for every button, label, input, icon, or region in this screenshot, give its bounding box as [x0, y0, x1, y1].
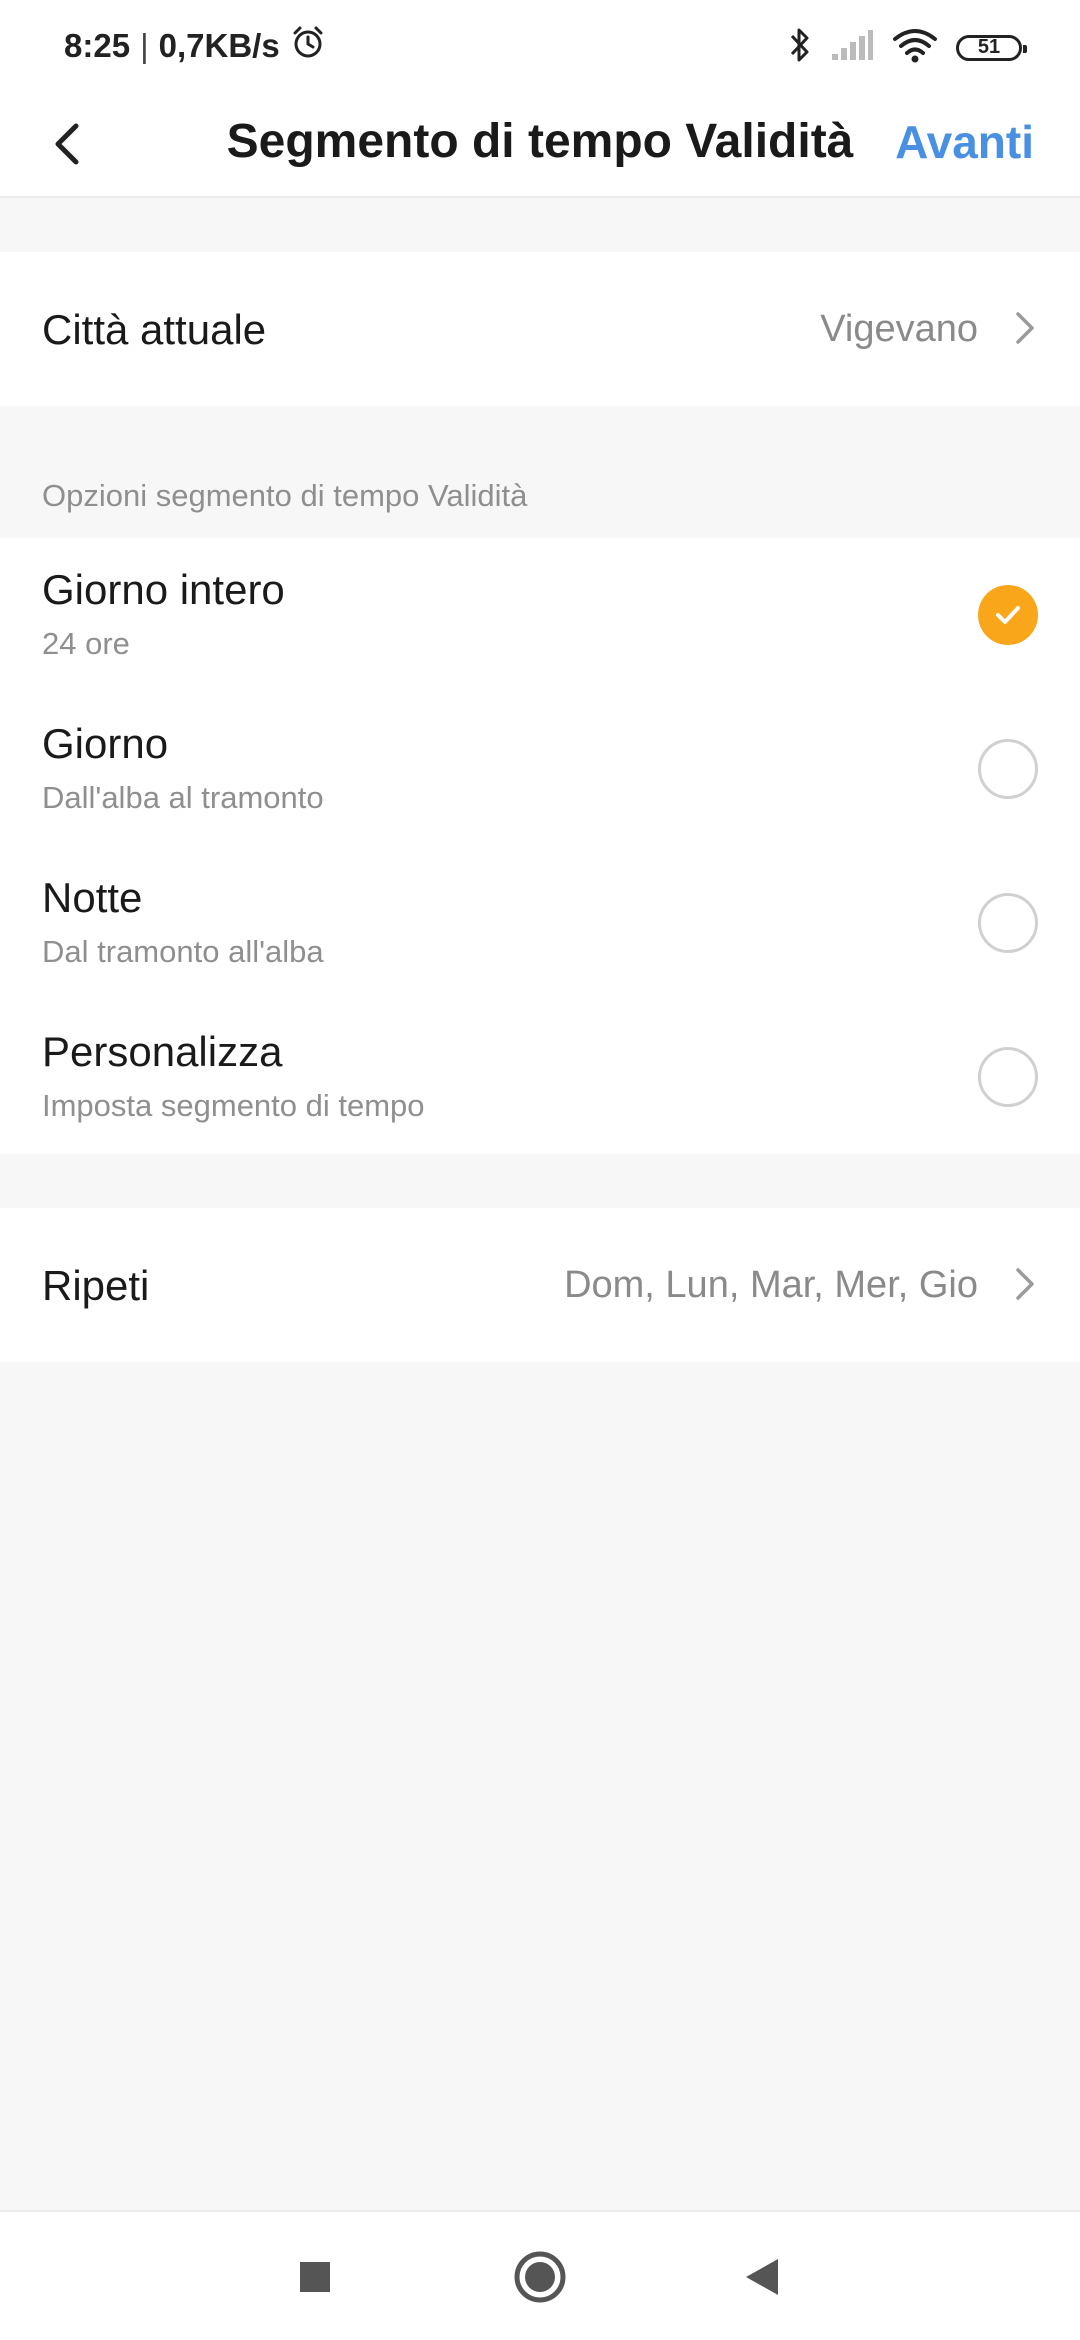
- option-subtitle: Dall'alba al tramonto: [42, 780, 324, 815]
- option-custom[interactable]: Personalizza Imposta segmento di tempo: [0, 1000, 1080, 1154]
- options-caption: Opzioni segmento di tempo Validità: [42, 478, 528, 513]
- header: Segmento di tempo Validità Avanti: [0, 92, 1080, 198]
- chevron-right-icon: [1016, 312, 1034, 344]
- status-right: 51: [788, 26, 1027, 69]
- radio-checked[interactable]: [978, 585, 1038, 645]
- status-bar: 8:25 | 0,7KB/s 51: [0, 0, 1080, 92]
- option-subtitle: Dal tramonto all'alba: [42, 934, 324, 969]
- options-list: Giorno intero 24 ore Giorno Dall'alba al…: [0, 538, 1080, 1154]
- radio-unchecked[interactable]: [978, 893, 1038, 953]
- city-label: Città attuale: [42, 306, 267, 353]
- signal-icon: [830, 28, 874, 67]
- network-speed: 0,7KB/s: [158, 27, 280, 64]
- option-day[interactable]: Giorno Dall'alba al tramonto: [0, 692, 1080, 846]
- option-subtitle: 24 ore: [42, 626, 130, 661]
- recent-apps-icon: [300, 2262, 330, 2292]
- recent-apps-button[interactable]: [285, 2247, 345, 2307]
- home-icon: [514, 2251, 566, 2303]
- repeat-value: Dom, Lun, Mar, Mer, Gio: [564, 1264, 978, 1306]
- radio-unchecked[interactable]: [978, 739, 1038, 799]
- option-title: Notte: [42, 874, 143, 921]
- city-value: Vigevano: [820, 308, 978, 350]
- chevron-right-icon: [1016, 1268, 1034, 1300]
- radio-unchecked[interactable]: [978, 1047, 1038, 1107]
- battery-level: 51: [977, 36, 1001, 58]
- status-left: 8:25 | 0,7KB/s: [64, 24, 326, 68]
- bluetooth-icon: [788, 26, 812, 69]
- status-time: 8:25: [64, 27, 131, 64]
- wifi-icon: [892, 27, 938, 68]
- battery-icon: 51: [956, 34, 1027, 61]
- option-subtitle: Imposta segmento di tempo: [42, 1088, 425, 1123]
- check-icon: [996, 606, 1020, 624]
- option-night[interactable]: Notte Dal tramonto all'alba: [0, 846, 1080, 1000]
- screen: 8:25 | 0,7KB/s 51 Segmento di tempo Vali…: [0, 0, 1080, 2340]
- navigation-bar: [0, 2210, 1080, 2340]
- next-button[interactable]: Avanti: [895, 110, 1034, 174]
- option-title: Giorno: [42, 720, 169, 767]
- alarm-icon: [290, 24, 326, 68]
- option-title: Personalizza: [42, 1028, 283, 1075]
- back-icon: [746, 2259, 778, 2295]
- system-back-button[interactable]: [732, 2247, 792, 2307]
- repeat-row[interactable]: Ripeti Dom, Lun, Mar, Mer, Gio: [0, 1208, 1080, 1362]
- repeat-label: Ripeti: [42, 1262, 150, 1309]
- city-row[interactable]: Città attuale Vigevano: [0, 252, 1080, 406]
- option-title: Giorno intero: [42, 566, 285, 613]
- home-button[interactable]: [510, 2247, 570, 2307]
- option-full-day[interactable]: Giorno intero 24 ore: [0, 538, 1080, 692]
- status-separator: |: [140, 27, 149, 64]
